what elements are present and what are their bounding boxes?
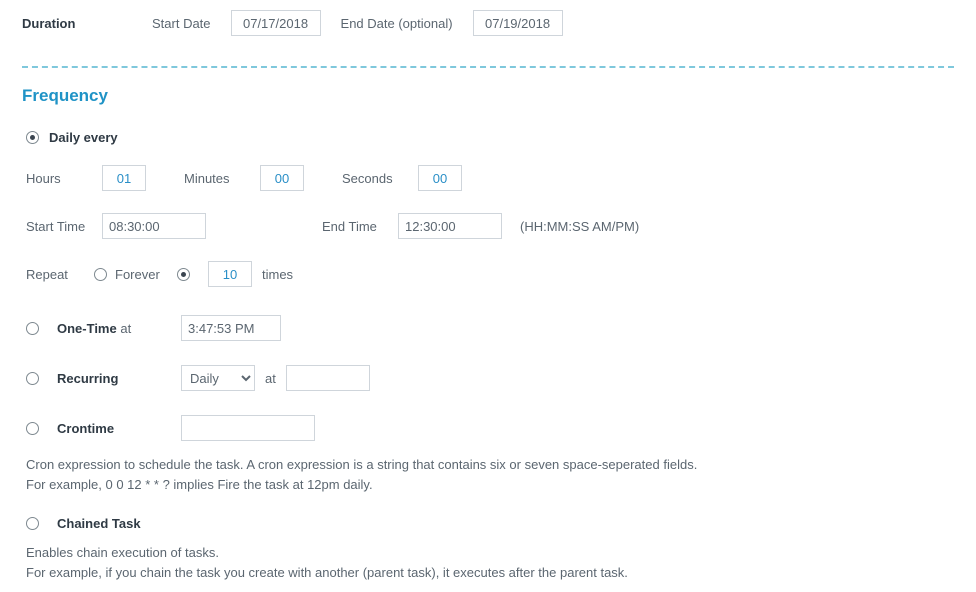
- daily-every-option[interactable]: Daily every: [26, 130, 954, 145]
- crontime-label: Crontime: [57, 421, 181, 436]
- chained-help: Enables chain execution of tasks. For ex…: [26, 543, 954, 582]
- onetime-option[interactable]: One-Time at: [26, 315, 954, 341]
- start-date-label: Start Date: [152, 16, 211, 31]
- forever-label: Forever: [115, 267, 177, 282]
- end-date-input[interactable]: [473, 10, 563, 36]
- start-time-label: Start Time: [26, 219, 102, 234]
- start-end-time-row: Start Time End Time (HH:MM:SS AM/PM): [26, 213, 954, 239]
- repeat-count-radio[interactable]: [177, 268, 190, 281]
- repeat-label: Repeat: [26, 267, 94, 282]
- crontime-help: Cron expression to schedule the task. A …: [26, 455, 954, 494]
- onetime-input[interactable]: [181, 315, 281, 341]
- onetime-label-text: One-Time: [57, 321, 117, 336]
- frequency-title: Frequency: [22, 86, 954, 106]
- start-date-input[interactable]: [231, 10, 321, 36]
- chained-radio[interactable]: [26, 517, 39, 530]
- recurring-label: Recurring: [57, 371, 181, 386]
- recurring-select[interactable]: Daily: [181, 365, 255, 391]
- chained-help-line2: For example, if you chain the task you c…: [26, 563, 954, 583]
- crontime-option[interactable]: Crontime: [26, 415, 954, 441]
- chained-label: Chained Task: [57, 516, 181, 531]
- recurring-radio[interactable]: [26, 372, 39, 385]
- hours-label: Hours: [26, 171, 102, 186]
- chained-help-line1: Enables chain execution of tasks.: [26, 543, 954, 563]
- minutes-label: Minutes: [184, 171, 260, 186]
- seconds-label: Seconds: [342, 171, 418, 186]
- end-time-label: End Time: [322, 219, 398, 234]
- recurring-time-input[interactable]: [286, 365, 370, 391]
- divider: [22, 66, 954, 68]
- daily-every-radio[interactable]: [26, 131, 39, 144]
- daily-every-label: Daily every: [49, 130, 118, 145]
- hours-input[interactable]: [102, 165, 146, 191]
- end-time-input[interactable]: [398, 213, 502, 239]
- times-label: times: [262, 267, 293, 282]
- time-format-hint: (HH:MM:SS AM/PM): [520, 219, 639, 234]
- start-time-input[interactable]: [102, 213, 206, 239]
- crontime-help-line2: For example, 0 0 12 * * ? implies Fire t…: [26, 475, 954, 495]
- repeat-forever-radio[interactable]: [94, 268, 107, 281]
- crontime-input[interactable]: [181, 415, 315, 441]
- onetime-label: One-Time at: [57, 321, 181, 336]
- repeat-count-input[interactable]: [208, 261, 252, 287]
- recurring-option[interactable]: Recurring Daily at: [26, 365, 954, 391]
- crontime-help-line1: Cron expression to schedule the task. A …: [26, 455, 954, 475]
- hms-row: Hours Minutes Seconds: [26, 165, 954, 191]
- recurring-at: at: [265, 371, 276, 386]
- minutes-input[interactable]: [260, 165, 304, 191]
- onetime-radio[interactable]: [26, 322, 39, 335]
- repeat-row: Repeat Forever times: [26, 261, 954, 287]
- crontime-radio[interactable]: [26, 422, 39, 435]
- seconds-input[interactable]: [418, 165, 462, 191]
- duration-label: Duration: [22, 16, 152, 31]
- chained-option[interactable]: Chained Task: [26, 516, 954, 531]
- onetime-at: at: [120, 321, 131, 336]
- duration-row: Duration Start Date End Date (optional): [22, 10, 954, 52]
- end-date-label: End Date (optional): [341, 16, 453, 31]
